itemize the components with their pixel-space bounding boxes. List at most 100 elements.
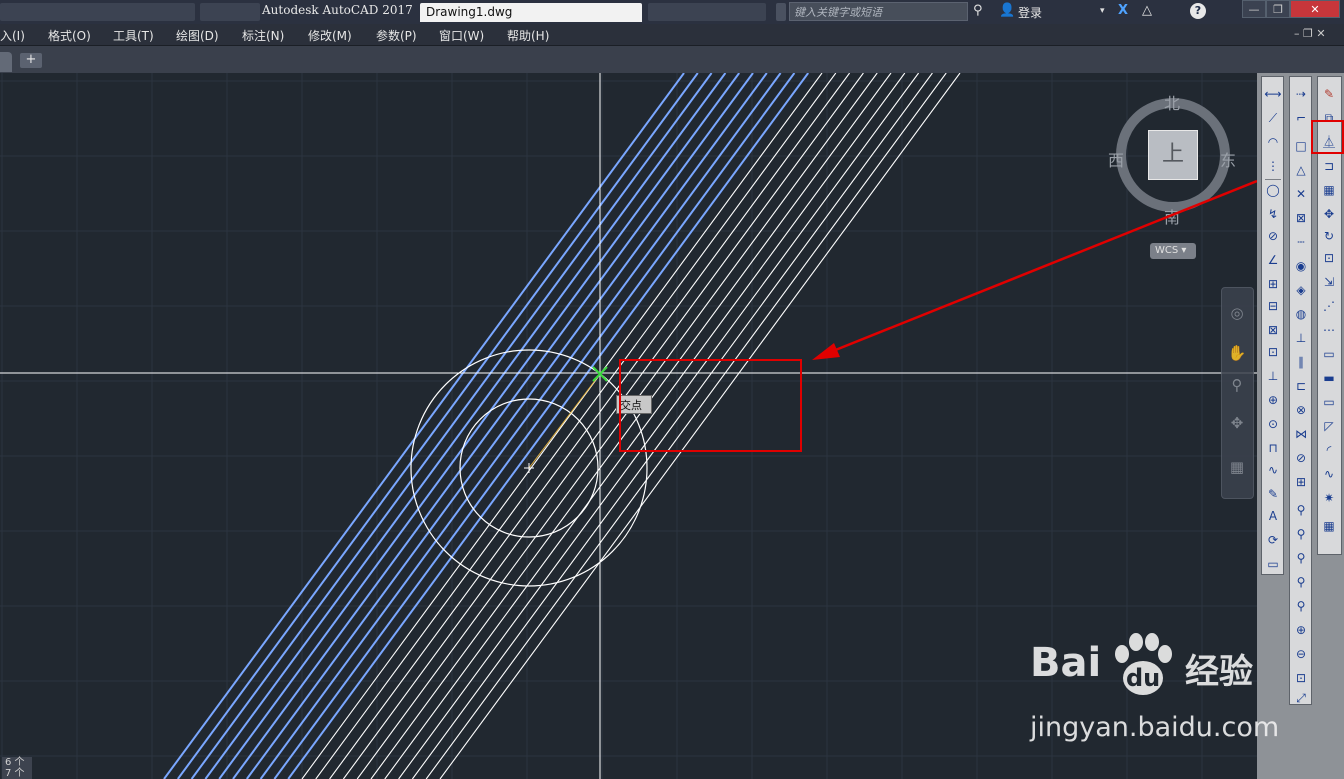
orbit-icon[interactable]: ✥	[1227, 414, 1247, 434]
center-icon[interactable]: ◉	[1292, 257, 1310, 275]
angular-icon[interactable]: ∠	[1264, 251, 1282, 269]
zoom-icon[interactable]: ⚲	[1227, 376, 1247, 396]
scale-icon[interactable]: ⊡	[1320, 249, 1338, 267]
jogged-linear-icon[interactable]: ∿	[1264, 461, 1282, 479]
minimize-button[interactable]: —	[1242, 0, 1266, 18]
close-button[interactable]: ✕	[1290, 0, 1340, 18]
dimension-space-icon[interactable]: ⊡	[1264, 343, 1282, 361]
restore-button[interactable]: ❐	[1266, 0, 1290, 18]
group-icon[interactable]: ▦	[1320, 517, 1338, 535]
aligned-dimension-icon[interactable]: ⟋	[1264, 109, 1282, 127]
break-at-point-icon[interactable]: ▭	[1320, 345, 1338, 363]
osnap-settings-icon[interactable]: ⊞	[1292, 473, 1310, 491]
parallel-icon[interactable]: ∥	[1292, 353, 1310, 371]
diameter-icon[interactable]: ⊘	[1264, 227, 1282, 245]
tolerance-icon[interactable]: ⊕	[1264, 391, 1282, 409]
zoom-object-icon[interactable]: ⚲	[1292, 597, 1310, 615]
zoom-extents-icon[interactable]: ⤢	[1292, 689, 1310, 707]
ordinate-icon[interactable]: ⋮	[1264, 157, 1282, 175]
menu-tools[interactable]: 工具(T)	[113, 27, 154, 44]
from-icon[interactable]: ⌐	[1292, 109, 1310, 127]
move-icon[interactable]: ✥	[1320, 205, 1338, 223]
search-expand-arrow[interactable]	[776, 3, 786, 21]
dimension-break-icon[interactable]: ⊥	[1264, 367, 1282, 385]
radius-icon[interactable]: ◯	[1264, 181, 1282, 199]
compass-east[interactable]: 东	[1220, 147, 1236, 171]
break-icon[interactable]: ▬	[1320, 369, 1338, 387]
menu-format[interactable]: 格式(O)	[48, 27, 91, 44]
stretch-icon[interactable]: ⇲	[1320, 273, 1338, 291]
help-icon[interactable]: ?	[1190, 3, 1206, 19]
extension-icon[interactable]: ┄	[1292, 233, 1310, 251]
linear-dimension-icon[interactable]: ⟷	[1264, 85, 1282, 103]
zoom-dynamic-icon[interactable]: ⚲	[1292, 525, 1310, 543]
viewcube[interactable]: 北 南 东 西 上 WCS ▾	[1108, 90, 1238, 259]
compass-west[interactable]: 西	[1108, 147, 1124, 171]
baseline-icon[interactable]: ⊟	[1264, 297, 1282, 315]
menu-dimension[interactable]: 标注(N)	[242, 27, 284, 44]
new-tab-button[interactable]: +	[20, 53, 42, 68]
dimension-update-icon[interactable]: ⟳	[1264, 531, 1282, 549]
none-snap-icon[interactable]: ⊘	[1292, 449, 1310, 467]
explode-icon[interactable]: ✷	[1320, 489, 1338, 507]
x-exchange-icon[interactable]: X	[1118, 3, 1128, 18]
trim-icon[interactable]: ⋰	[1320, 297, 1338, 315]
dimension-style-icon[interactable]: ▭	[1264, 555, 1282, 573]
document-title-tab[interactable]: Drawing1.dwg	[420, 3, 642, 22]
fillet-icon[interactable]: ◜	[1320, 441, 1338, 459]
temp-track-icon[interactable]: ⇢	[1292, 85, 1310, 103]
zoom-in-icon[interactable]: ⊕	[1292, 621, 1310, 639]
menu-draw[interactable]: 绘图(D)	[176, 27, 219, 44]
perpendicular-icon[interactable]: ⊥	[1292, 329, 1310, 347]
nearest-icon[interactable]: ⋈	[1292, 425, 1310, 443]
center-mark-icon[interactable]: ⊙	[1264, 415, 1282, 433]
user-icon[interactable]: 👤	[999, 3, 1015, 18]
inspection-icon[interactable]: ⊓	[1264, 439, 1282, 457]
join-icon[interactable]: ▭	[1320, 393, 1338, 411]
intersection-icon[interactable]: ✕	[1292, 185, 1310, 203]
search-input[interactable]: 键入关键字或短语	[789, 2, 968, 21]
zoom-scale-icon[interactable]: ⚲	[1292, 549, 1310, 567]
tangent-icon[interactable]: ◍	[1292, 305, 1310, 323]
zoom-out-icon[interactable]: ⊖	[1292, 645, 1310, 663]
zoom-window-icon[interactable]: ⚲	[1292, 501, 1310, 519]
compass-north[interactable]: 北	[1164, 90, 1180, 114]
endpoint-icon[interactable]: □	[1292, 137, 1310, 155]
document-window-controls[interactable]: – ❐ ✕	[1294, 27, 1326, 40]
quick-dimension-icon[interactable]: ⊞	[1264, 275, 1282, 293]
chevron-down-icon[interactable]: ▾	[1100, 6, 1105, 16]
blend-icon[interactable]: ∿	[1320, 465, 1338, 483]
zoom-all-icon[interactable]: ⊡	[1292, 669, 1310, 687]
quick-access-toolbar[interactable]	[0, 3, 195, 21]
login-button[interactable]: 登录	[1018, 4, 1042, 21]
menu-parametric[interactable]: 参数(P)	[376, 27, 417, 44]
showmotion-icon[interactable]: ▦	[1227, 458, 1247, 478]
jogged-icon[interactable]: ↯	[1264, 205, 1282, 223]
wcs-menu[interactable]: WCS ▾	[1150, 243, 1196, 259]
offset-icon[interactable]: ⊐	[1320, 157, 1338, 175]
menu-help[interactable]: 帮助(H)	[507, 27, 549, 44]
array-icon[interactable]: ▦	[1320, 181, 1338, 199]
menu-window[interactable]: 窗口(W)	[439, 27, 484, 44]
apparent-intersection-icon[interactable]: ⊠	[1292, 209, 1310, 227]
zoom-center-icon[interactable]: ⚲	[1292, 573, 1310, 591]
pan-hand-icon[interactable]: ✋	[1227, 344, 1247, 364]
dimension-edit-icon[interactable]: ✎	[1264, 485, 1282, 503]
node-icon[interactable]: ⊗	[1292, 401, 1310, 419]
binoculars-icon[interactable]: ⚲	[973, 3, 983, 18]
rotate-icon[interactable]: ↻	[1320, 227, 1338, 245]
erase-icon[interactable]: ✎	[1320, 85, 1338, 103]
menu-modify[interactable]: 修改(M)	[308, 27, 352, 44]
chamfer-icon[interactable]: ◸	[1320, 417, 1338, 435]
dimension-text-edit-icon[interactable]: A	[1264, 507, 1282, 525]
parallel-lines[interactable]	[163, 73, 961, 779]
insert-icon[interactable]: ⊏	[1292, 377, 1310, 395]
file-tab[interactable]	[0, 52, 12, 72]
a360-icon[interactable]: △	[1142, 3, 1152, 18]
menu-insert[interactable]: 入(I)	[0, 27, 25, 44]
compass-south[interactable]: 南	[1164, 204, 1180, 228]
quadrant-icon[interactable]: ◈	[1292, 281, 1310, 299]
other-tab[interactable]	[648, 3, 766, 21]
extend-icon[interactable]: ⋯	[1320, 321, 1338, 339]
arc-length-icon[interactable]: ◠	[1264, 133, 1282, 151]
